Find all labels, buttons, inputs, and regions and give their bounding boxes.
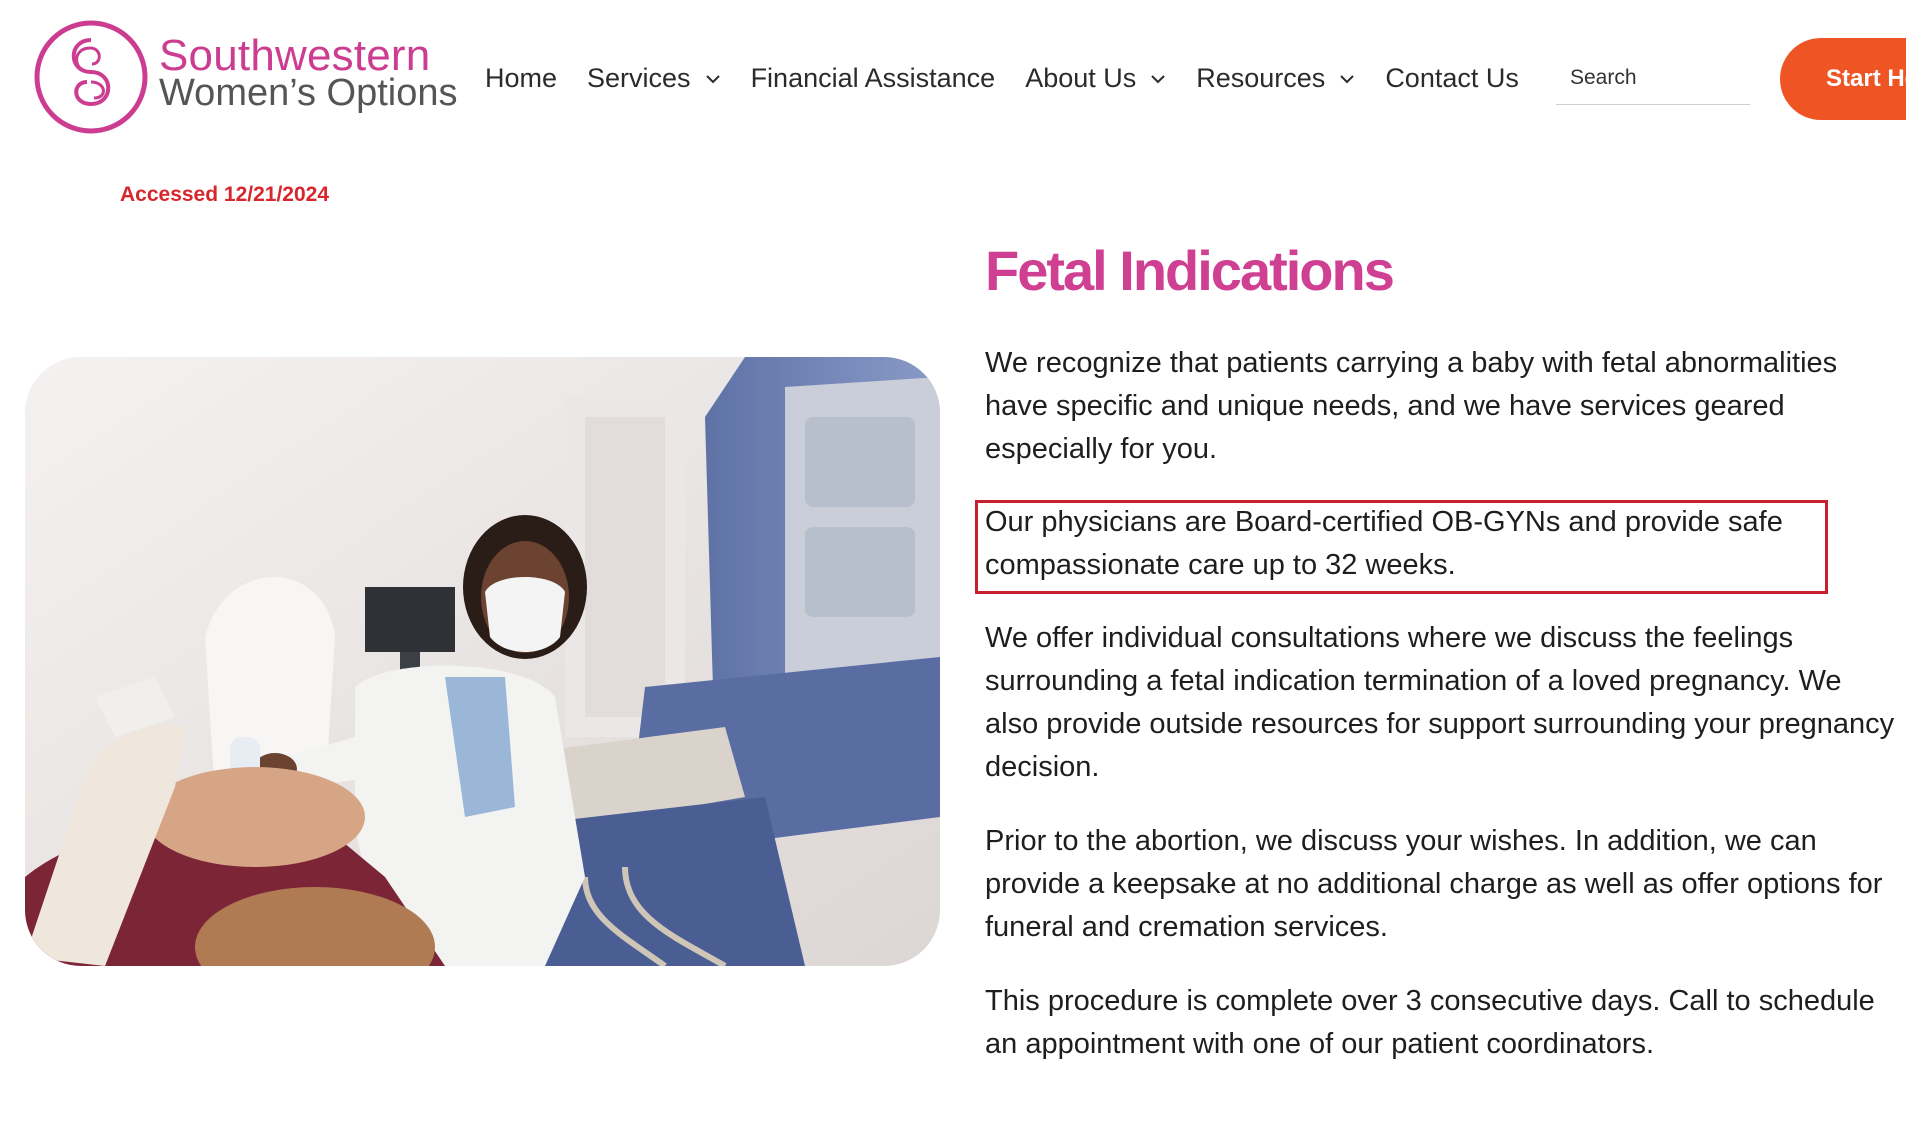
nav-item-label: Services xyxy=(587,62,691,93)
start-here-button[interactable]: Start He xyxy=(1780,38,1906,120)
paragraph-intro: We recognize that patients carrying a ba… xyxy=(985,347,1838,465)
paragraph-procedure: This procedure is complete over 3 consec… xyxy=(985,985,1875,1060)
main-nav: Home Services Financial Assistance About… xyxy=(485,58,1549,98)
highlight-annotation-box xyxy=(975,500,1828,594)
nav-item-label: About Us xyxy=(1025,62,1137,93)
chevron-down-icon xyxy=(705,75,720,84)
paragraph-wishes: Prior to the abortion, we discuss your w… xyxy=(985,825,1883,943)
paragraph-consultations: We offer individual consultations where … xyxy=(985,622,1895,783)
nav-item-home[interactable]: Home xyxy=(485,63,557,94)
nav-item-services[interactable]: Services xyxy=(587,63,721,94)
nav-item-financial-assistance[interactable]: Financial Assistance xyxy=(751,63,996,94)
search-input[interactable] xyxy=(1556,58,1750,98)
nav-item-contact-us[interactable]: Contact Us xyxy=(1385,63,1519,94)
nav-item-label: Contact Us xyxy=(1385,62,1519,93)
nav-item-about-us[interactable]: About Us xyxy=(1025,63,1166,94)
nav-item-resources[interactable]: Resources xyxy=(1196,63,1355,94)
site-logo[interactable]: Southwestern Women’s Options xyxy=(32,18,458,136)
chevron-down-icon xyxy=(1151,75,1165,84)
chevron-down-icon xyxy=(1340,75,1355,84)
nav-item-label: Resources xyxy=(1196,62,1326,93)
logo-swirl-icon xyxy=(34,20,148,134)
ultrasound-photo xyxy=(25,357,940,966)
page-title: Fetal Indications xyxy=(985,239,1395,302)
nav-item-label: Home xyxy=(485,62,558,93)
nav-item-label: Financial Assistance xyxy=(750,62,996,93)
search-field xyxy=(1556,58,1750,105)
logo-text-secondary: Women’s Options xyxy=(159,72,458,114)
ultrasound-photo-illustration xyxy=(25,357,940,966)
accessed-date-stamp: Accessed 12/21/2024 xyxy=(120,183,330,206)
